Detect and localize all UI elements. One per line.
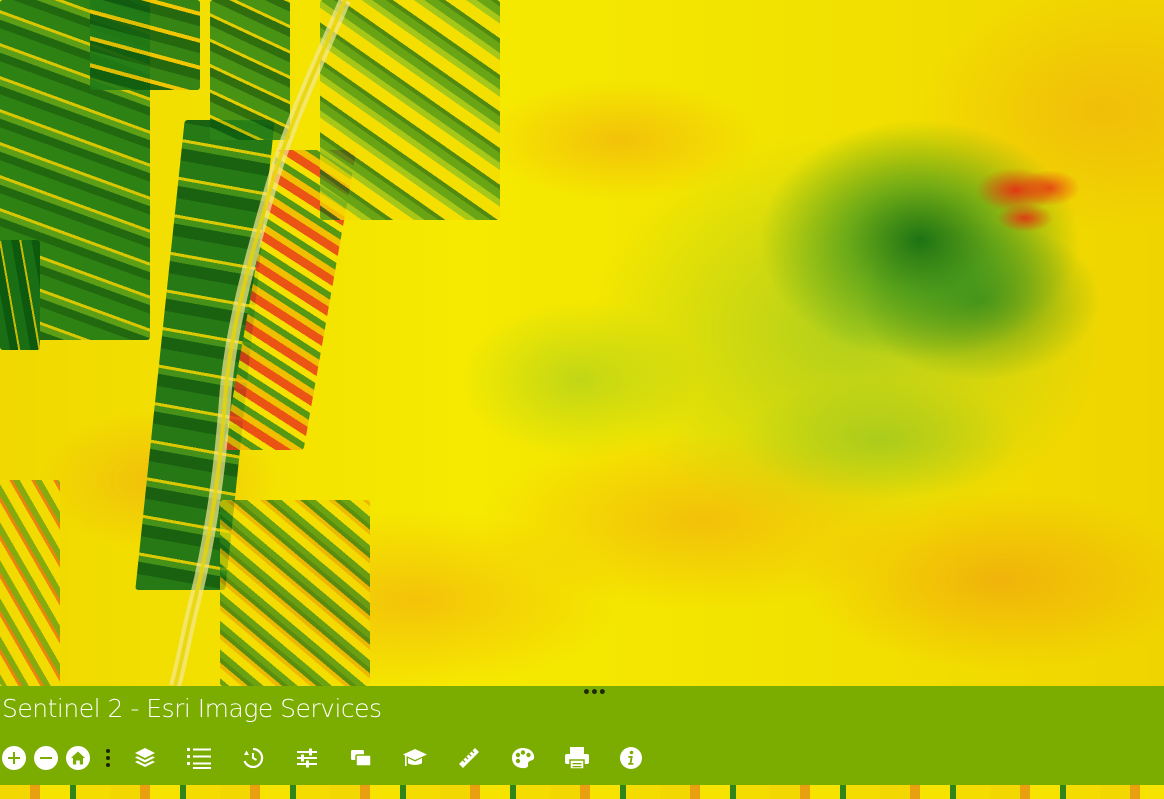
education-button[interactable] [401,744,429,772]
zoom-out-button[interactable] [34,746,58,770]
renderer-button[interactable] [293,744,321,772]
plus-icon [8,752,20,764]
classify-button[interactable] [509,744,537,772]
legend-button[interactable] [185,744,213,772]
more-options-button[interactable] [103,747,113,769]
home-button[interactable] [66,746,90,770]
info-icon [620,747,642,769]
time-history-icon [243,747,264,769]
toolbar [0,744,1164,772]
compare-button[interactable] [347,744,375,772]
measure-ruler-icon [459,748,479,768]
layers-icon [135,748,155,767]
print-button[interactable] [563,744,591,772]
time-history-button[interactable] [239,744,267,772]
vertical-ellipsis-icon [106,749,110,767]
print-icon [565,747,589,770]
education-cap-icon [403,749,427,766]
layers-button[interactable] [131,744,159,772]
map-bottom-strip [0,785,1164,799]
zoom-in-button[interactable] [2,746,26,770]
map-view[interactable] [0,0,1164,799]
classify-palette-icon [512,748,535,769]
measure-button[interactable] [455,744,483,772]
minus-icon [40,757,52,759]
map-river [169,0,351,686]
app-title: Sentinel 2 - Esri Image Services [2,694,382,723]
info-button[interactable] [617,744,645,772]
compare-layers-icon [351,750,372,767]
panel-resize-handle[interactable]: ••• [582,686,607,700]
legend-list-icon [187,748,211,769]
home-icon [71,751,85,765]
renderer-sliders-icon [297,748,317,768]
bottom-panel: ••• Sentinel 2 - Esri Image Services [0,686,1164,785]
